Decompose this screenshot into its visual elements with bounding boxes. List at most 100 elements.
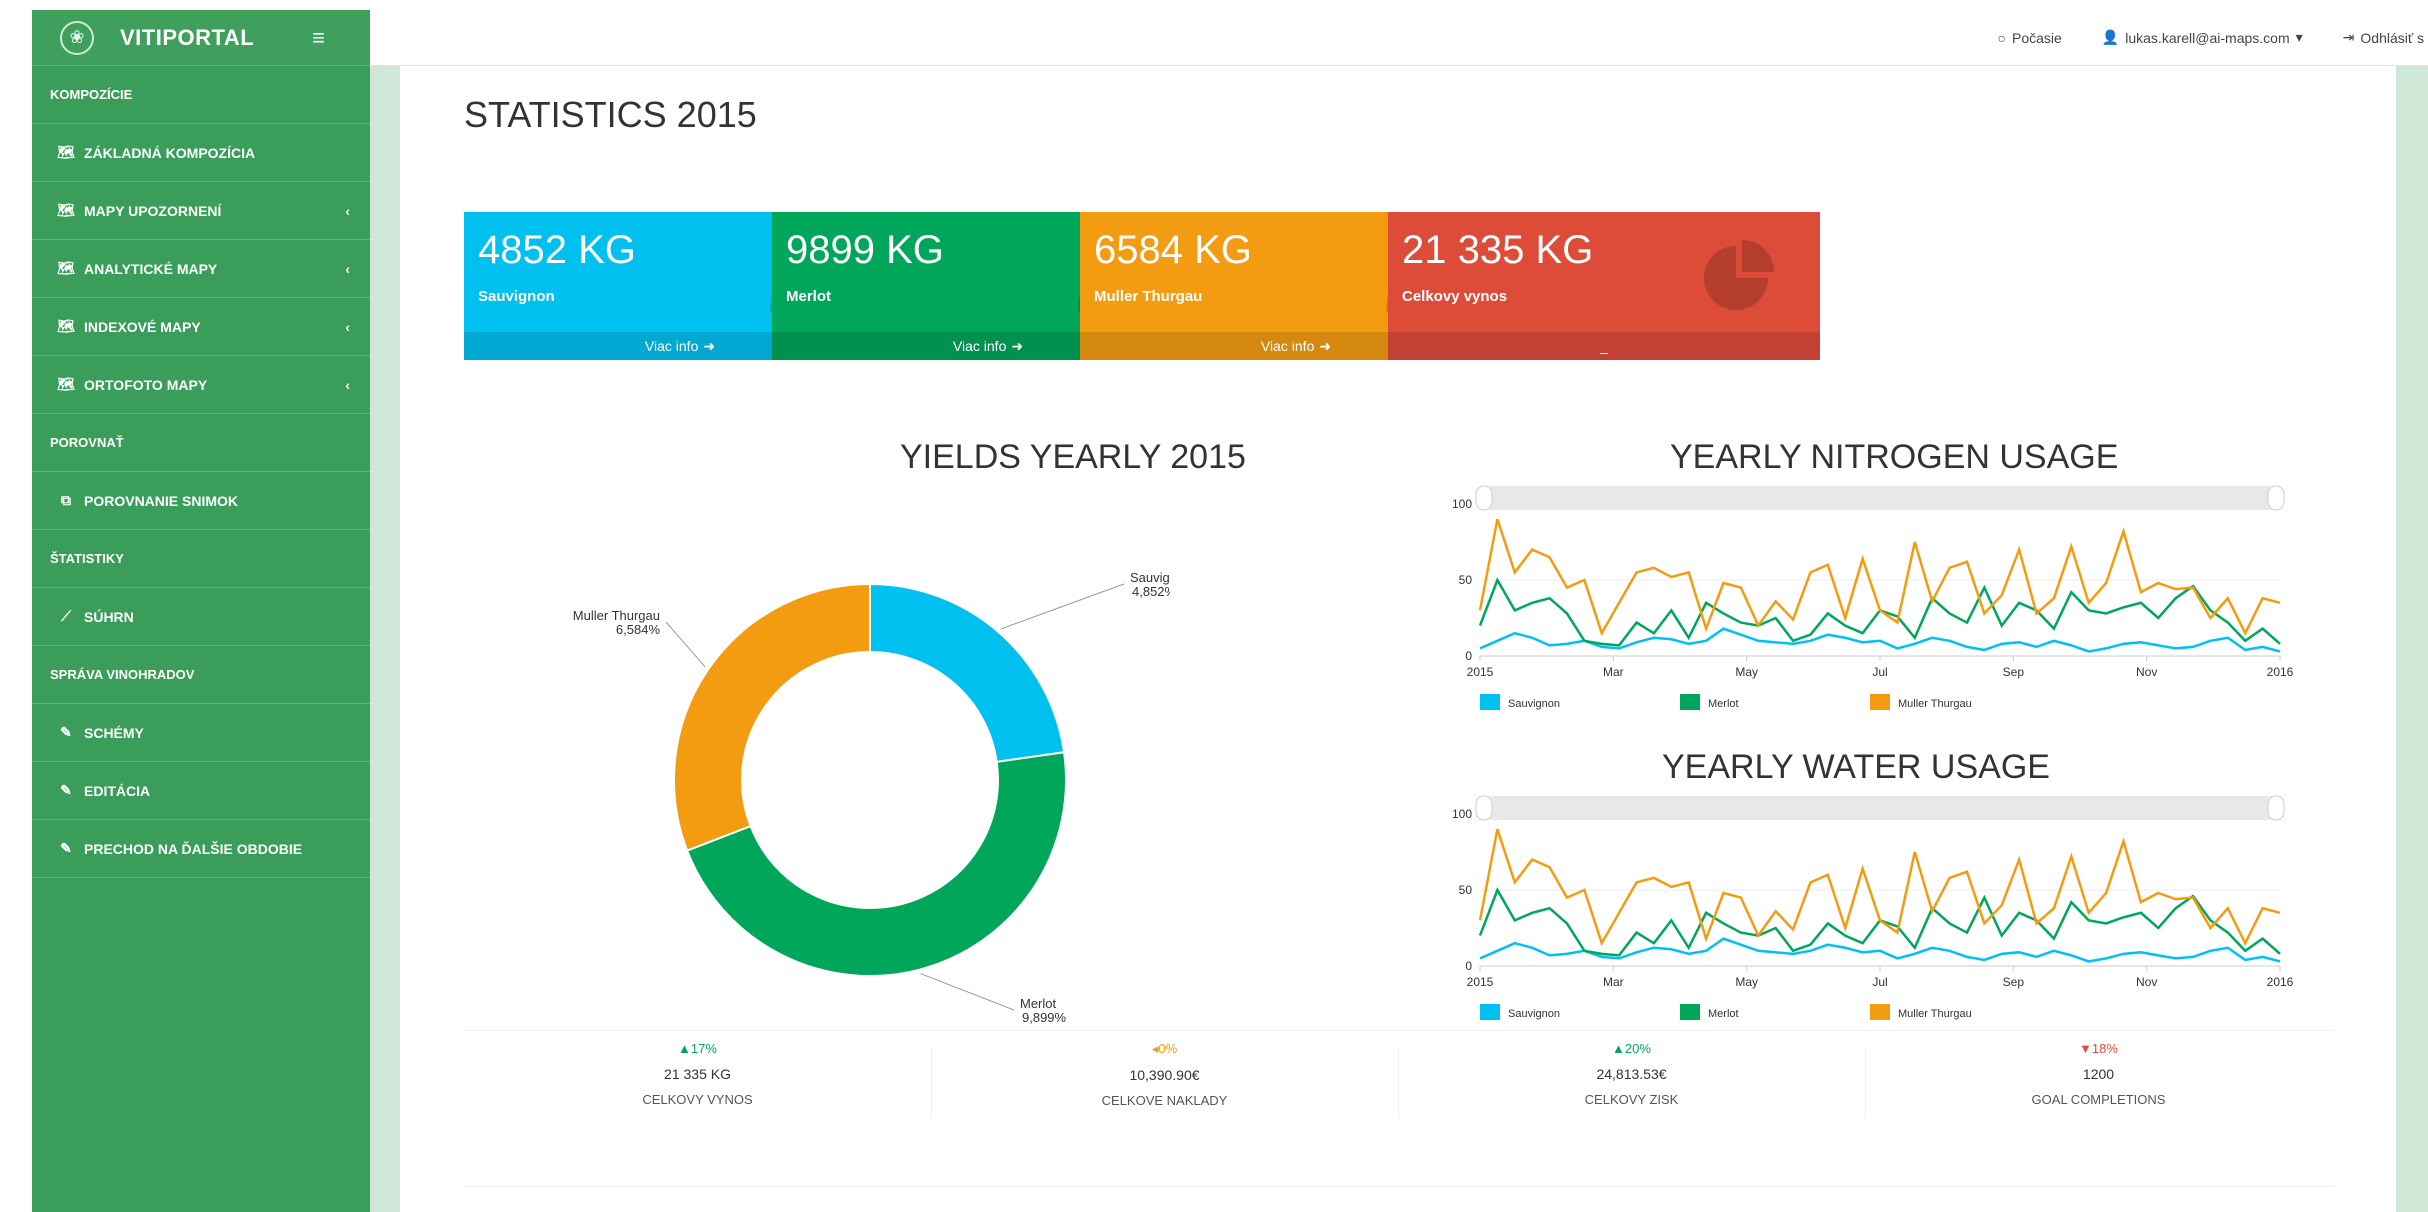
weather-link[interactable]: ○ Počasie <box>1998 30 2062 46</box>
sidebar-nav: KOMPOZÍCIE 🗺 ZÁKLADNÁ KOMPOZÍCIA 🗺 MAPY UPOZ… <box>32 66 370 878</box>
sidebar-item[interactable]: ⧉ POROVNANIE SNIMOK <box>32 472 370 530</box>
sidebar: ❀ VITIPORTAL ≡ KOMPOZÍCIE 🗺 ZÁKLADNÁ KOMPO… <box>32 10 370 1212</box>
zoom-slider-track[interactable] <box>1480 796 2280 820</box>
sidebar-item[interactable]: 🗺 INDEXOVÉ MAPY ‹ <box>32 298 370 356</box>
sidebar-item[interactable]: ✎ EDITÁCIA <box>32 762 370 820</box>
legend-label: Muller Thurgau <box>1898 698 1972 710</box>
pie-label-connector <box>665 621 706 668</box>
pie-chart-icon <box>1704 240 1774 310</box>
user-menu[interactable]: 👤 lukas.karell@ai-maps.com ▾ <box>2102 29 2303 46</box>
y-tick-label: 100 <box>1452 807 1472 821</box>
map-icon: 🗺 <box>57 376 75 392</box>
sidebar-item-label: ORTOFOTO MAPY <box>84 376 208 393</box>
series-line-merlot[interactable] <box>1478 887 2281 957</box>
map-icon: 🗺 <box>57 318 75 334</box>
series-line-sauvignon[interactable] <box>1479 627 2281 653</box>
x-tick-label: Sep <box>2003 975 2025 989</box>
logout-link[interactable]: ⇥ Odhlásiť s <box>2343 29 2424 46</box>
chevron-left-icon: ‹ <box>345 260 350 277</box>
sidebar-item[interactable]: 🗺 ZÁKLADNÁ KOMPOZÍCIA <box>32 124 370 182</box>
box-value: 9899 KG <box>786 228 944 272</box>
sidebar-item[interactable]: ⟋ SÚHRN <box>32 588 370 646</box>
map-icon: 🗺 <box>57 260 75 276</box>
sidebar-item[interactable]: 🗺 MAPY UPOZORNENÍ ‹ <box>32 182 370 240</box>
zoom-slider-track[interactable] <box>1480 486 2280 510</box>
caret-down-icon: ▾ <box>2295 29 2303 45</box>
sidebar-item-label: EDITÁCIA <box>84 782 151 799</box>
stat-value: 10,390.90€ <box>1129 1067 1200 1083</box>
stat-value: 24,813.53€ <box>1596 1066 1667 1082</box>
pie-slice-merlot[interactable] <box>685 751 1067 977</box>
menu-toggle-icon[interactable]: ≡ <box>312 25 325 51</box>
pie-slice-name: Muller Thurgau <box>573 608 660 623</box>
sidebar-item-label: PRECHOD NA ĎALŠIE OBDOBIE <box>84 840 303 857</box>
map-icon: 🗺 <box>57 202 75 218</box>
edit-icon: ✎ <box>60 724 72 740</box>
series-line-sauvignon[interactable] <box>1479 937 2281 963</box>
pie-slice-value: 6,584% <box>616 622 661 637</box>
nitrogen-line-chart: 0 50 100 2015 Mar May Jul Sep Nov 2016 Sauvignon Me… <box>1452 485 2294 710</box>
stat-label: CELKOVE NAKLADY <box>1101 1093 1228 1108</box>
sidebar-section[interactable]: KOMPOZÍCIE <box>32 66 370 124</box>
more-info-link[interactable]: _ <box>1388 332 1820 360</box>
zoom-handle-left[interactable] <box>1475 485 1493 511</box>
weather-label: Počasie <box>2012 29 2062 46</box>
legend-label: Merlot <box>1708 698 1739 710</box>
pie-slice-value: 9,899% <box>1022 1010 1067 1025</box>
arrow-circle-right-icon: ➜ <box>703 337 716 354</box>
sidebar-item-label: ZÁKLADNÁ KOMPOZÍCIA <box>84 144 256 161</box>
box-label: Celkovy vynos <box>1402 288 1508 305</box>
pie-slice-muller-thurgau[interactable] <box>673 582 871 852</box>
user-email: lukas.karell@ai-maps.com <box>2125 29 2290 46</box>
grape-logo-icon: ❀ <box>60 20 94 55</box>
sidebar-item[interactable]: ✎ SCHÉMY <box>32 704 370 762</box>
series-line-merlot[interactable] <box>1478 577 2281 647</box>
main-content: STATISTICS 2015 4852 KG Sauvignon Viac in… <box>400 66 2396 1212</box>
sidebar-item[interactable]: 🗺 ORTOFOTO MAPY ‹ <box>32 356 370 414</box>
pie-label-connector <box>1000 583 1125 630</box>
water-line-chart: 0 50 100 2015 Mar May Jul Sep Nov 2016 Sauvignon Me… <box>1452 795 2294 1020</box>
zoom-handle-right[interactable] <box>2267 485 2285 511</box>
stat-label: CELKOVY VYNOS <box>642 1092 753 1107</box>
y-tick-label: 0 <box>1465 649 1472 663</box>
brand[interactable]: ❀ VITIPORTAL ≡ <box>32 10 370 66</box>
sidebar-section[interactable]: POROVNAŤ <box>32 414 370 472</box>
logout-label: Odhlásiť s <box>2360 29 2424 46</box>
sidebar-section[interactable]: ŠTATISTIKY <box>32 530 370 588</box>
sidebar-item-label: MAPY UPOZORNENÍ <box>84 202 222 219</box>
info-box: 21 335 KG Celkovy vynos _ <box>1388 212 1820 360</box>
sidebar-section[interactable]: SPRÁVA VINOHRADOV <box>32 646 370 704</box>
sidebar-item-label: SCHÉMY <box>84 724 144 741</box>
x-tick-label: Nov <box>2136 665 2157 679</box>
legend-label: Merlot <box>1708 1008 1739 1020</box>
stat-change: ▼18% <box>2079 1041 2118 1056</box>
sidebar-item-label: INDEXOVÉ MAPY <box>84 318 201 335</box>
x-tick-label: 2015 <box>1467 665 1494 679</box>
sidebar-item[interactable]: ✎ PRECHOD NA ĎALŠIE OBDOBIE <box>32 820 370 878</box>
stat-label: CELKOVY ZISK <box>1584 1092 1679 1107</box>
zoom-handle-right[interactable] <box>2267 795 2285 821</box>
logout-icon: ⇥ <box>2342 29 2355 45</box>
pie-slice-name: Merlot <box>1020 996 1057 1011</box>
stat-value: 21 335 KG <box>664 1066 731 1082</box>
more-info-label: _ <box>1600 338 1608 354</box>
pie-slice-name: Sauvignon <box>1130 570 1170 585</box>
sidebar-section-label: POROVNAŤ <box>50 435 124 450</box>
sidebar-item-label: ANALYTICKÉ MAPY <box>84 260 218 277</box>
x-tick-label: Jul <box>1872 665 1887 679</box>
circle-icon: ○ <box>1997 29 2006 46</box>
zoom-handle-left[interactable] <box>1475 795 1493 821</box>
chevron-left-icon: ‹ <box>345 202 350 219</box>
summary-stat: ▼18% 1200 GOAL COMPLETIONS <box>1865 1041 2332 1119</box>
sidebar-section-label: SPRÁVA VINOHRADOV <box>50 667 195 682</box>
box-value: 21 335 KG <box>1402 228 1594 272</box>
page-title: STATISTICS 2015 <box>464 94 757 135</box>
nitrogen-chart-title: YEARLY NITROGEN USAGE <box>1670 438 2119 476</box>
pie-slice-sauvignon[interactable] <box>869 582 1066 764</box>
x-tick-label: Mar <box>1603 665 1624 679</box>
box-label: Merlot <box>786 288 831 305</box>
y-tick-label: 50 <box>1459 883 1473 897</box>
legend-swatch <box>1680 1004 1700 1020</box>
sidebar-item[interactable]: 🗺 ANALYTICKÉ MAPY ‹ <box>32 240 370 298</box>
summary-stats: ▲17% 21 335 KG CELKOVY VYNOS ◂0% 10,390.90€ C… <box>464 1030 2334 1119</box>
